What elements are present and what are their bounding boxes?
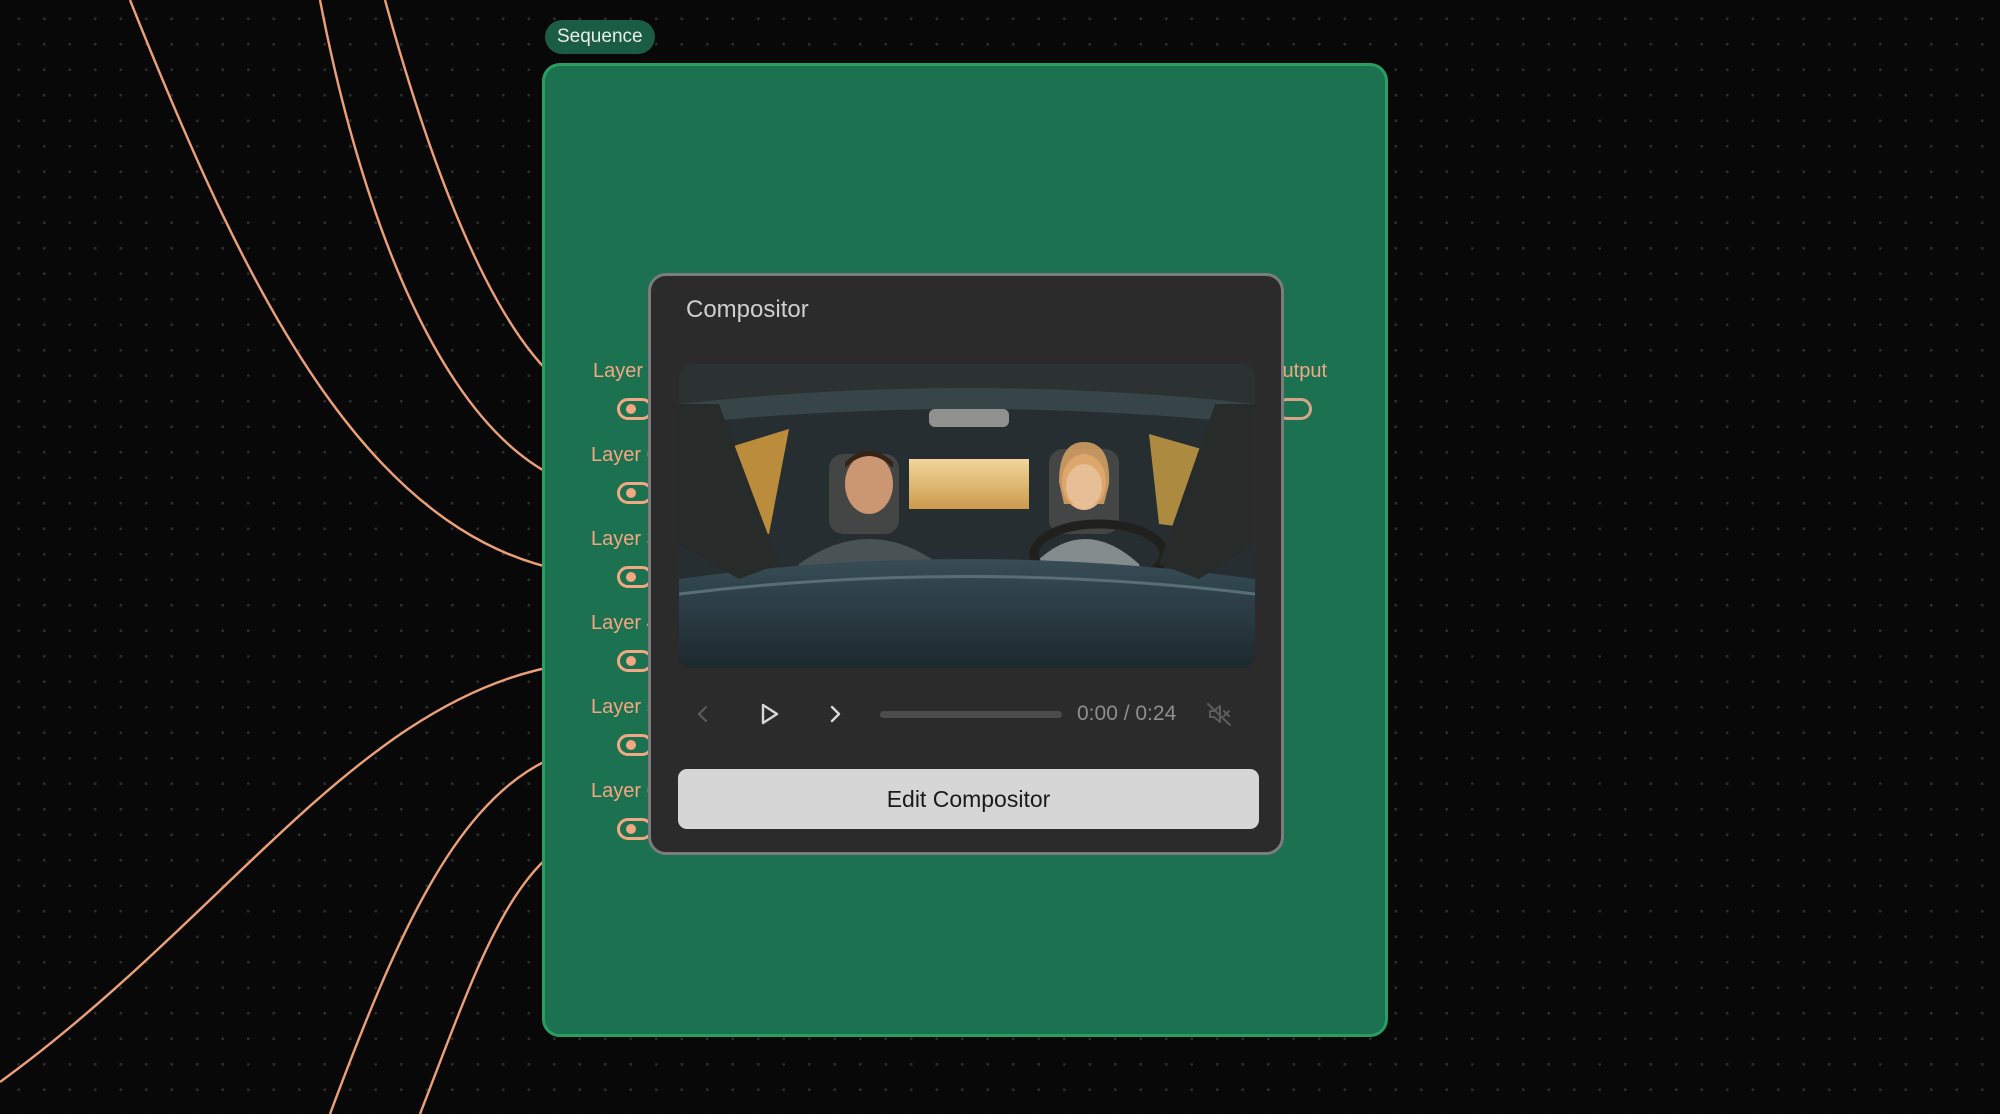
port-dot-icon [626,824,636,834]
port-dot-icon [626,740,636,750]
group-label[interactable]: Sequence [545,20,655,54]
video-preview[interactable] [679,364,1255,668]
progress-bar[interactable] [880,711,1062,718]
video-frame [679,364,1255,668]
edit-compositor-button[interactable]: Edit Compositor [678,769,1259,829]
mute-button[interactable] [1201,696,1237,732]
next-button[interactable] [817,696,853,732]
port-dot-icon [626,656,636,666]
port-dot-icon [626,404,636,414]
wire-layer-4 [0,658,621,1083]
port-dot-icon [626,488,636,498]
node-title: Compositor [686,296,809,323]
time-display: 0:00 / 0:24 [1077,702,1177,725]
play-icon [761,703,779,725]
previous-button[interactable] [685,696,721,732]
mute-icon [1207,703,1231,726]
port-dot-icon [626,572,636,582]
chevron-left-icon [697,705,708,723]
video-controls: 0:00 / 0:24 [679,682,1255,746]
node-canvas[interactable]: Sequence Layer 1 Layer 6 Layer 3 Layer 4… [0,0,2000,1114]
play-button[interactable] [751,696,787,732]
chevron-right-icon [830,705,841,723]
compositor-node[interactable]: Compositor 0:00 / 0:24 Edit Compositor [648,273,1284,855]
